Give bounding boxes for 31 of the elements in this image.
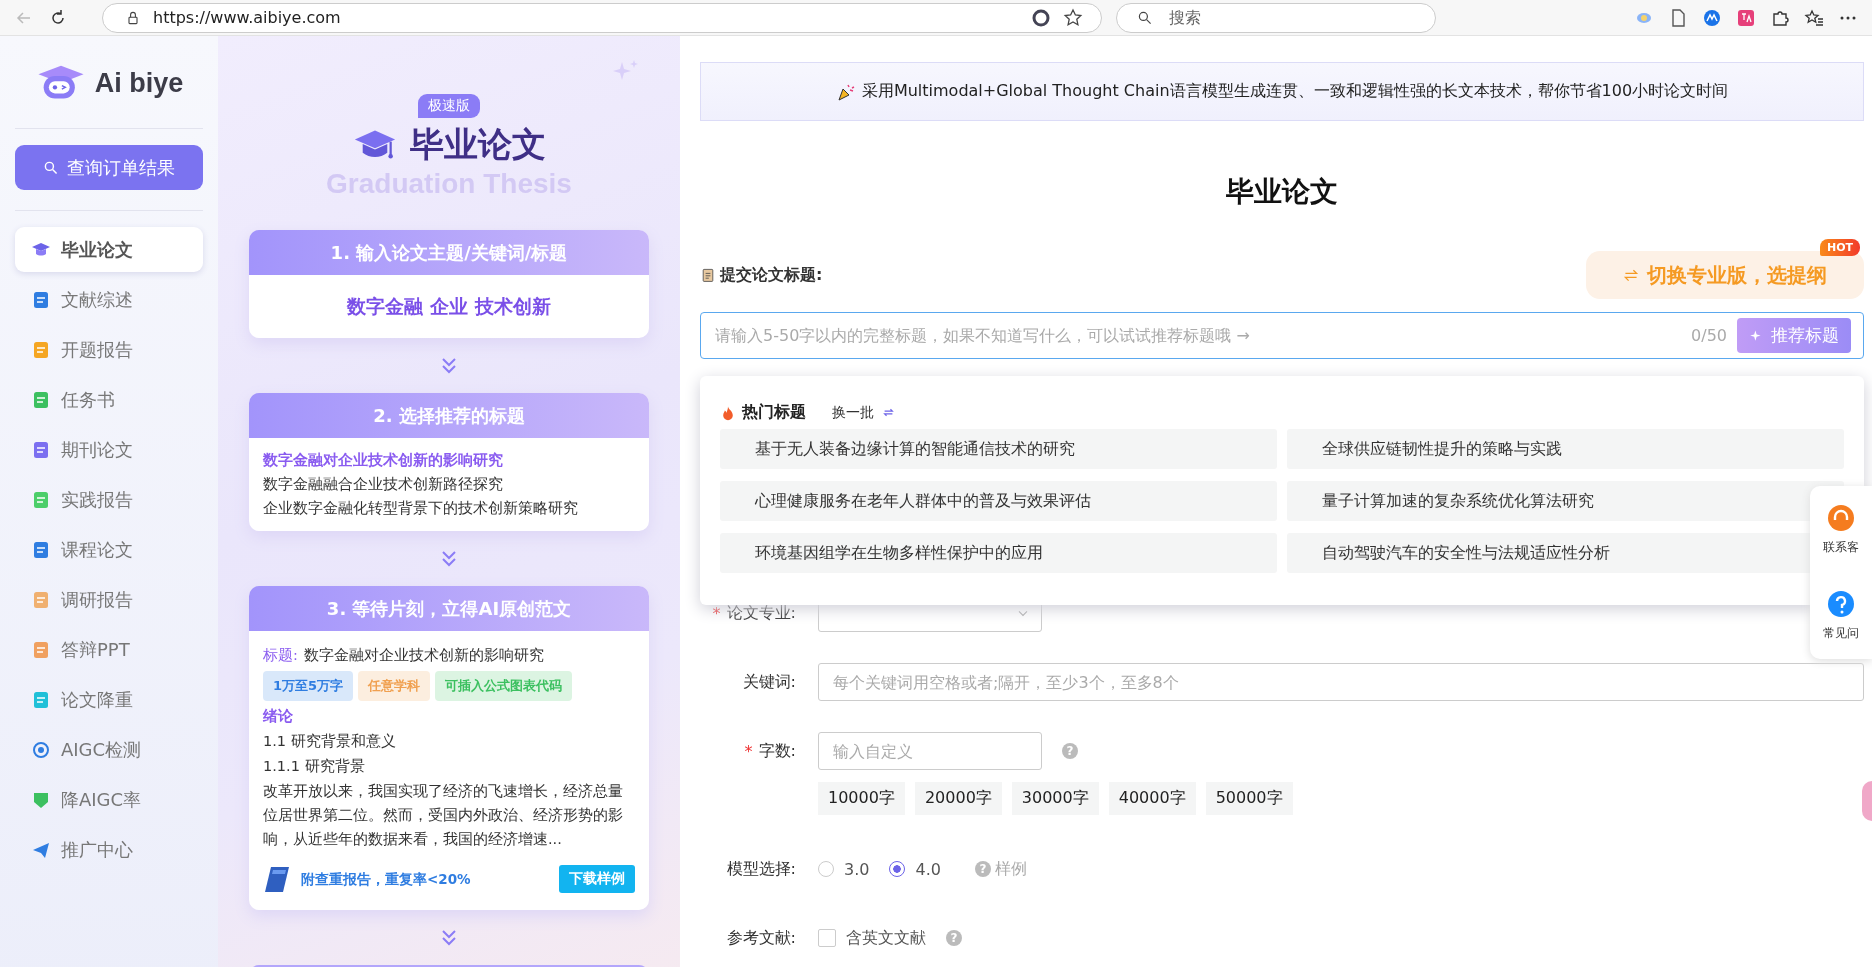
field-label: 模型选择: [726, 858, 796, 880]
tag: 可插入公式图表代码 [435, 671, 573, 701]
banner-text: 采用Multimodal+Global Thought Chain语言模型生成连贯、一致和逻辑性强的长文本技术，帮你节省100小时论文时间 [861, 81, 1729, 102]
report-text: 附查重报告，重复率<20% [301, 870, 471, 889]
sample-title: 数字金融对企业技术创新的影响研究 [303, 646, 544, 665]
field-label: 关键词: [742, 671, 796, 693]
logo-text: Ai biye [94, 67, 184, 99]
step-heading: 3. 等待片刻，立得AI原创范文 [249, 586, 649, 631]
version-badge: 极速版 [418, 94, 480, 118]
keywords-text: 数字金融 企业 技术创新 [347, 293, 551, 319]
field-label: 论文专业: [726, 602, 796, 624]
hot-topics-title: 热门标题 [742, 402, 806, 423]
sample-paragraph: 改革开放以来，我国实现了经济的飞速增长，经济总量位居世界第二位。然而，受国内外政治、经济形势的影响，从近些年的数据来看，我国的经济增速... [263, 782, 624, 849]
character-counter: 0/50 [1691, 326, 1727, 345]
url-text: https://www.aibiye.com [153, 8, 341, 27]
submit-title-label: 提交论文标题: [720, 264, 823, 286]
section-heading: 绪论 [263, 707, 294, 726]
guide-title: 毕业论文 [410, 123, 546, 166]
step-heading: 2. 选择推荐的标题 [249, 393, 649, 438]
page-title: 毕业论文 [1225, 174, 1339, 210]
tag: 任意学科 [358, 671, 431, 701]
required-mark: * [744, 741, 753, 761]
hot-badge: HOT [1819, 239, 1860, 256]
tag: 1万至5万字 [263, 671, 354, 701]
outline-line: 1.1.1 研究背景 [263, 757, 366, 776]
field-label: 字数: [758, 740, 796, 762]
title-label: 标题: [263, 646, 298, 665]
field-label: 参考文献: [726, 927, 796, 949]
required-mark: * [712, 603, 721, 623]
outline-line: 1.1 研究背景和意义 [263, 732, 397, 751]
step-heading: 1. 输入论文主题/关键词/标题 [249, 230, 649, 275]
